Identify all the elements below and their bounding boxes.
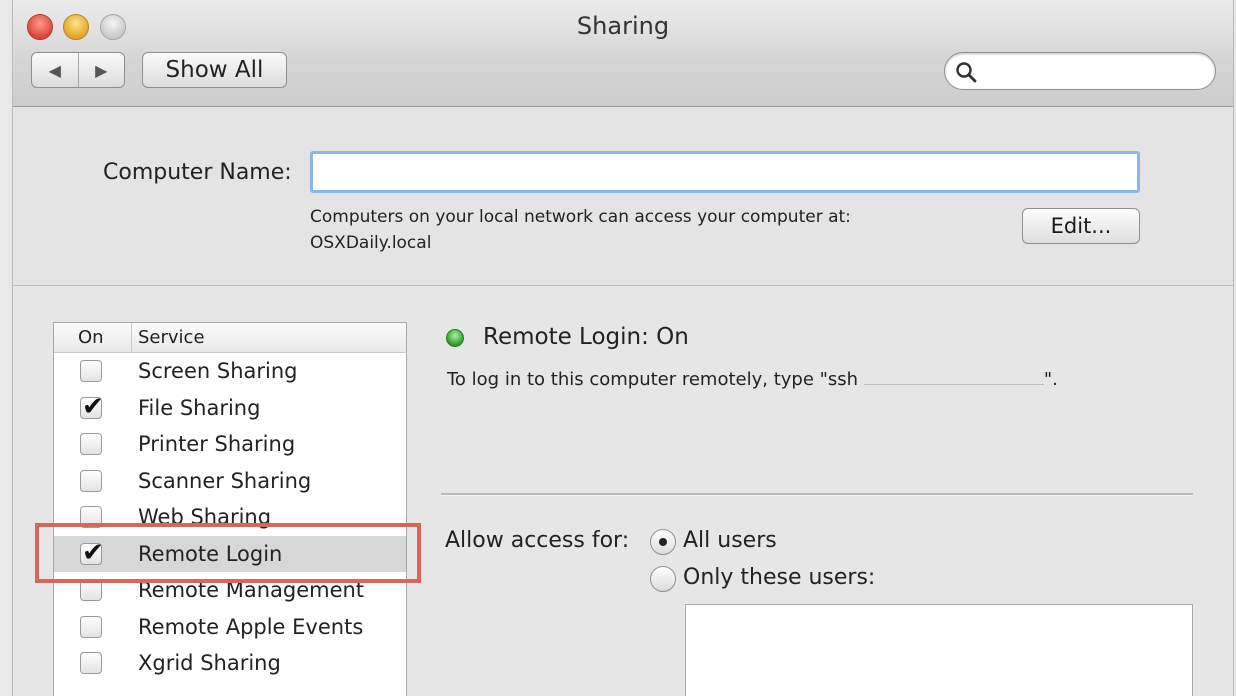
status-indicator-icon [446, 329, 464, 347]
service-label: Remote Apple Events [138, 614, 364, 639]
service-row[interactable]: Xgrid Sharing [54, 645, 406, 682]
service-checkbox[interactable] [80, 392, 104, 422]
back-icon[interactable]: ◀ [32, 53, 78, 87]
show-all-button[interactable]: Show All [142, 52, 287, 88]
computer-name-field[interactable] [310, 151, 1140, 193]
service-list-header: On Service [54, 323, 406, 353]
services-panel: On Service Screen Sharing File Sharing Pri… [13, 286, 1233, 696]
service-row[interactable]: Remote Management [54, 572, 406, 609]
all-users-label[interactable]: All users [683, 528, 777, 553]
service-label: Remote Management [138, 578, 365, 603]
back-forward-control: ◀ ▶ [31, 52, 125, 88]
local-hostname: OSXDaily.local [310, 233, 432, 253]
service-checkbox[interactable] [80, 433, 102, 455]
users-list[interactable] [685, 604, 1193, 696]
computer-name-panel: Computer Name: Computers on your local n… [13, 107, 1233, 286]
service-checkbox[interactable] [80, 615, 102, 638]
service-label: Scanner Sharing [138, 468, 312, 493]
edit-button[interactable]: Edit... [1022, 208, 1140, 244]
ssh-instructions: To log in to this computer remotely, typ… [447, 369, 1058, 390]
search-field[interactable] [944, 52, 1216, 90]
search-input[interactable] [983, 57, 1209, 87]
title-bar: Sharing ◀ ▶ Show All [13, 0, 1233, 107]
service-label: Printer Sharing [138, 432, 296, 457]
service-checkbox[interactable] [80, 579, 102, 601]
only-these-users-label[interactable]: Only these users: [683, 565, 875, 590]
service-label: Xgrid Sharing [138, 651, 281, 676]
service-label: Screen Sharing [138, 359, 298, 384]
divider [441, 493, 1193, 496]
ssh-instructions-suffix: ". [1043, 369, 1058, 390]
service-row[interactable]: Printer Sharing [54, 426, 406, 463]
search-icon [956, 62, 977, 83]
forward-icon[interactable]: ▶ [77, 53, 125, 87]
service-checkbox[interactable] [80, 360, 102, 382]
column-header-on[interactable]: On [54, 323, 132, 352]
service-label: File Sharing [138, 395, 261, 420]
service-checkbox[interactable] [80, 652, 102, 674]
only-these-users-radio[interactable] [650, 566, 676, 592]
service-list: On Service Screen Sharing File Sharing Pri… [53, 322, 407, 696]
network-access-text: Computers on your local network can acce… [310, 207, 851, 227]
remote-login-status: Remote Login: On [483, 324, 689, 350]
service-checkbox[interactable] [80, 506, 102, 528]
computer-name-help: Computers on your local network can acce… [310, 204, 851, 256]
service-row[interactable]: File Sharing [54, 390, 406, 427]
ssh-instructions-prefix: To log in to this computer remotely, typ… [447, 369, 859, 390]
service-rows: Screen Sharing File Sharing Printer Sharin… [54, 353, 406, 682]
column-header-service[interactable]: Service [132, 327, 205, 348]
allow-access-label: Allow access for: [445, 528, 630, 553]
redacted-address [863, 370, 1044, 385]
service-row[interactable]: Web Sharing [54, 499, 406, 536]
all-users-radio[interactable] [650, 529, 676, 555]
service-row[interactable]: Remote Login [54, 535, 406, 572]
service-row[interactable]: Scanner Sharing [54, 463, 406, 500]
service-label: Remote Login [138, 541, 283, 566]
window-title: Sharing [576, 12, 670, 40]
computer-name-label: Computer Name: [103, 160, 292, 185]
service-checkbox[interactable] [80, 538, 104, 568]
service-checkbox[interactable] [80, 469, 102, 492]
service-row[interactable]: Screen Sharing [54, 353, 406, 390]
service-row[interactable]: Remote Apple Events [54, 609, 406, 646]
sharing-window: Sharing ◀ ▶ Show All Computer Name: Comp… [12, 0, 1234, 696]
service-label: Web Sharing [138, 505, 272, 530]
